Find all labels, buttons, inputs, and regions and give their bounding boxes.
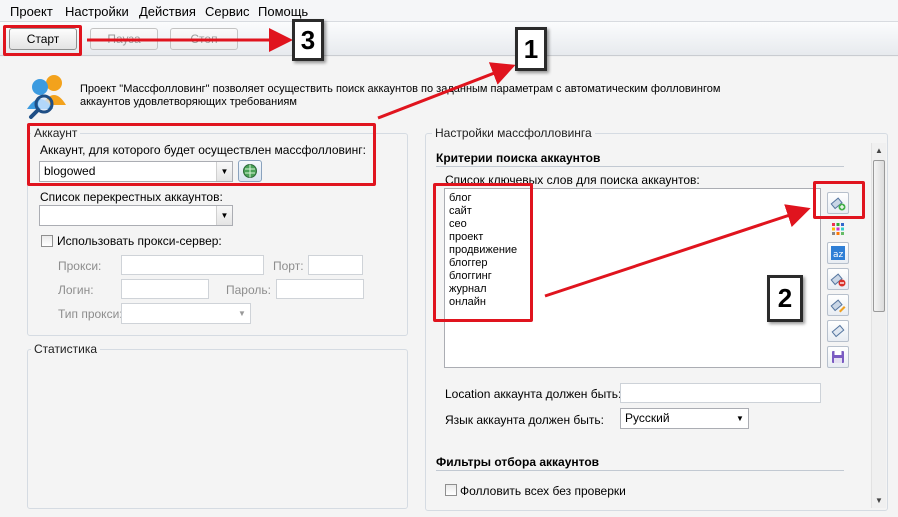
menu-bar: Проект Настройки Действия Сервис Помощь bbox=[0, 0, 898, 22]
location-input[interactable] bbox=[620, 383, 821, 403]
annotation-number-2: 2 bbox=[767, 275, 803, 322]
language-select-value: Русский bbox=[625, 411, 670, 425]
shuffle-button[interactable]: az bbox=[827, 242, 849, 264]
annotation-add-button-highlight bbox=[813, 181, 865, 219]
annotation-keywords-highlight bbox=[433, 183, 533, 322]
edit-keyword-button[interactable] bbox=[827, 294, 849, 316]
description-line-1: Проект "Массфолловинг" позволяет осущест… bbox=[80, 83, 721, 95]
language-label: Язык аккаунта должен быть: bbox=[445, 413, 605, 427]
menu-service[interactable]: Сервис bbox=[205, 4, 250, 19]
settings-group-title: Настройки массфолловинга bbox=[432, 126, 595, 140]
scroll-up-icon[interactable]: ▲ bbox=[875, 146, 883, 155]
port-input[interactable] bbox=[308, 255, 363, 275]
description-line-2: аккаунтов удовлетворяющих требованиям bbox=[80, 96, 297, 108]
edit-keyword-icon bbox=[830, 299, 846, 313]
follow-all-checkbox[interactable] bbox=[445, 484, 457, 496]
grid-button[interactable] bbox=[827, 218, 849, 240]
menu-settings[interactable]: Настройки bbox=[65, 4, 129, 19]
clear-keyword-icon bbox=[831, 324, 845, 338]
follow-all-label: Фолловить всех без проверки bbox=[460, 484, 626, 498]
toolbar: Старт Пауза Стоп bbox=[0, 22, 898, 56]
location-label: Location аккаунта должен быть: bbox=[445, 387, 622, 401]
annotation-account-highlight bbox=[27, 123, 376, 186]
annotation-number-1: 1 bbox=[515, 27, 547, 71]
login-label: Логин: bbox=[58, 283, 94, 297]
settings-scrollbar[interactable]: ▲ ▼ bbox=[871, 143, 886, 508]
cross-accounts-select[interactable]: ▼ bbox=[39, 205, 233, 226]
delete-keyword-button[interactable] bbox=[827, 268, 849, 290]
statistics-group bbox=[27, 349, 408, 509]
users-search-icon bbox=[24, 71, 72, 119]
password-label: Пароль: bbox=[226, 283, 271, 297]
menu-help[interactable]: Помощь bbox=[258, 4, 308, 19]
divider bbox=[436, 470, 844, 471]
use-proxy-label: Использовать прокси-сервер: bbox=[57, 234, 222, 248]
proxy-type-label: Тип прокси: bbox=[58, 307, 123, 321]
annotation-number-3: 3 bbox=[292, 19, 324, 61]
svg-text:az: az bbox=[833, 250, 844, 260]
divider bbox=[436, 166, 844, 167]
save-icon bbox=[832, 351, 844, 363]
chevron-down-icon: ▼ bbox=[216, 206, 232, 225]
language-select[interactable]: Русский ▼ bbox=[620, 408, 749, 429]
criteria-title: Критерии поиска аккаунтов bbox=[436, 151, 601, 165]
proxy-label: Прокси: bbox=[58, 259, 102, 273]
delete-keyword-icon bbox=[830, 273, 846, 287]
stop-button[interactable]: Стоп bbox=[170, 28, 238, 50]
scrollbar-thumb[interactable] bbox=[873, 160, 885, 312]
proxy-input[interactable] bbox=[121, 255, 264, 275]
cross-accounts-label: Список перекрестных аккаунтов: bbox=[40, 190, 223, 204]
annotation-start-highlight bbox=[3, 25, 82, 56]
port-label: Порт: bbox=[273, 259, 304, 273]
save-keywords-button[interactable] bbox=[827, 346, 849, 368]
password-input[interactable] bbox=[276, 279, 364, 299]
login-input[interactable] bbox=[121, 279, 209, 299]
pause-button[interactable]: Пауза bbox=[90, 28, 158, 50]
statistics-group-title: Статистика bbox=[31, 342, 101, 356]
proxy-type-select[interactable]: ▼ bbox=[121, 303, 251, 324]
shuffle-icon: az bbox=[831, 246, 845, 260]
filters-title: Фильтры отбора аккаунтов bbox=[436, 455, 600, 469]
menu-project[interactable]: Проект bbox=[10, 4, 53, 19]
chevron-down-icon: ▼ bbox=[732, 409, 748, 428]
clear-keyword-button[interactable] bbox=[827, 320, 849, 342]
menu-actions[interactable]: Действия bbox=[139, 4, 196, 19]
use-proxy-checkbox[interactable] bbox=[41, 235, 53, 247]
chevron-down-icon: ▼ bbox=[234, 304, 250, 323]
scroll-down-icon[interactable]: ▼ bbox=[875, 496, 883, 505]
grid-icon bbox=[832, 223, 844, 235]
